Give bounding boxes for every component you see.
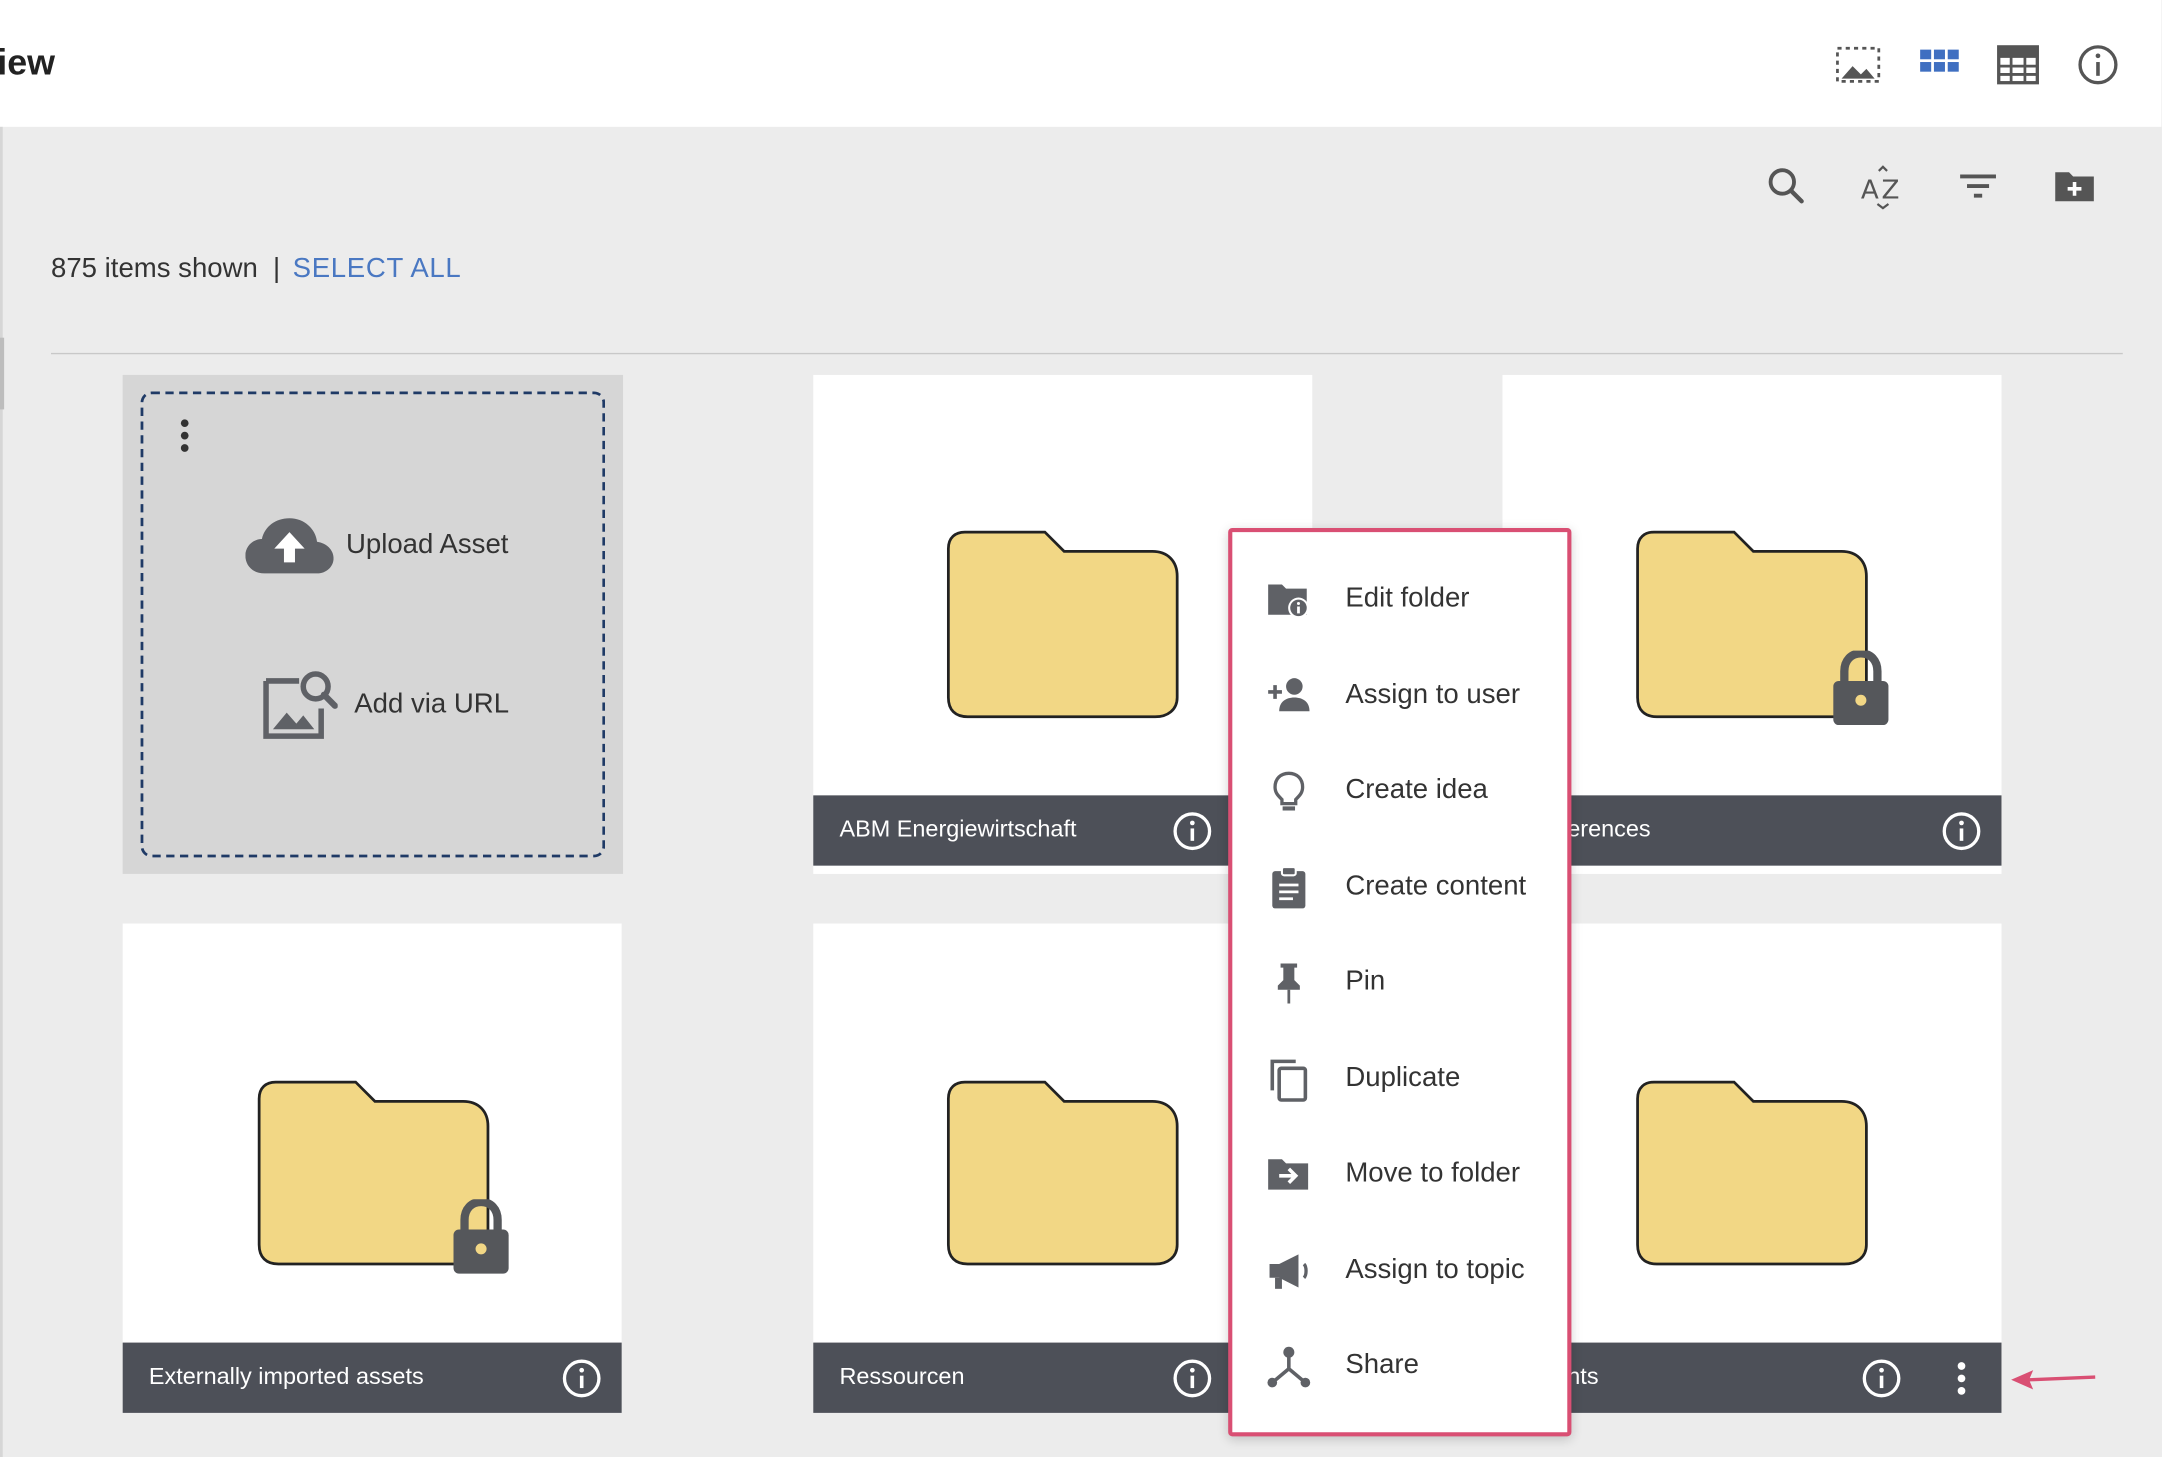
add-user-icon [1268, 678, 1310, 712]
folder-card[interactable]: nts [1502, 923, 2002, 1413]
card-label: erences [1567, 816, 1651, 843]
more-vert-icon[interactable] [1953, 1359, 1970, 1398]
info-icon[interactable] [2075, 41, 2122, 88]
card-caption: erences [1502, 795, 2002, 866]
upload-asset-button[interactable]: Upload Asset [245, 507, 534, 574]
search-icon[interactable] [1763, 163, 1810, 210]
megaphone-icon [1269, 1254, 1308, 1289]
menu-item-create-idea[interactable]: Create idea [1232, 751, 1567, 828]
menu-item-label: Assign to topic [1345, 1254, 1525, 1285]
page-title: iew [0, 41, 56, 83]
menu-item-label: Pin [1345, 966, 1386, 997]
move-to-folder-icon [1268, 1159, 1309, 1190]
cloud-upload-icon [245, 518, 334, 574]
card-caption: Externally imported assets [122, 1342, 622, 1413]
clipboard-icon [1272, 865, 1306, 909]
info-icon[interactable] [1941, 811, 1982, 852]
upload-asset-label: Upload Asset [345, 529, 509, 560]
info-icon[interactable] [1172, 1358, 1213, 1399]
menu-item-label: Edit folder [1345, 583, 1470, 614]
menu-item-label: Create idea [1345, 774, 1488, 806]
share-icon [1267, 1346, 1311, 1388]
menu-item-pin[interactable]: Pin [1232, 943, 1567, 1020]
lightbulb-icon [1273, 771, 1305, 811]
upload-dropzone[interactable] [140, 391, 606, 858]
folder-icon [946, 530, 1179, 719]
folder-icon [946, 1080, 1179, 1266]
menu-item-assign-to-topic[interactable]: Assign to topic [1232, 1231, 1567, 1308]
info-icon[interactable] [1861, 1358, 1902, 1399]
menu-item-label: Assign to user [1345, 679, 1521, 710]
divider [51, 352, 2123, 355]
upload-card: Upload Asset Add via URL [122, 374, 624, 874]
items-shown-count: 875 items shown [51, 253, 258, 284]
image-search-icon [263, 671, 338, 739]
sort-az-icon[interactable]: A Z [1860, 163, 1907, 210]
svg-text:Z: Z [1882, 175, 1900, 205]
grid-view-icon[interactable] [1916, 41, 1963, 88]
image-placeholder-icon[interactable] [1835, 41, 1882, 88]
lock-icon [1833, 650, 1889, 726]
add-via-url-label: Add via URL [354, 689, 510, 720]
menu-item-assign-to-user[interactable]: Assign to user [1232, 656, 1567, 733]
folder-icon [1636, 1080, 1868, 1266]
menu-item-edit-folder[interactable]: Edit folder [1232, 560, 1567, 637]
top-bar: iew [0, 0, 2162, 127]
table-view-icon[interactable] [1995, 41, 2042, 88]
info-icon[interactable] [561, 1358, 602, 1399]
card-label: Externally imported assets [148, 1363, 424, 1390]
menu-item-label: Create content [1345, 871, 1527, 902]
menu-item-label: Share [1345, 1349, 1419, 1380]
edit-folder-icon [1268, 584, 1309, 619]
svg-text:A: A [1861, 175, 1879, 205]
card-label: nts [1567, 1363, 1599, 1390]
add-via-url-button[interactable]: Add via URL [261, 667, 537, 744]
left-scroll-marker [0, 337, 5, 410]
menu-item-move-to-folder[interactable]: Move to folder [1232, 1134, 1567, 1211]
filter-icon[interactable] [1955, 163, 2002, 210]
lock-icon [453, 1199, 509, 1274]
menu-item-create-content[interactable]: Create content [1232, 848, 1567, 925]
menu-item-label: Duplicate [1345, 1062, 1461, 1094]
folder-card[interactable]: Externally imported assets [122, 923, 622, 1413]
menu-item-label: Move to folder [1345, 1157, 1521, 1189]
menu-item-duplicate[interactable]: Duplicate [1232, 1039, 1567, 1116]
new-folder-icon[interactable] [2051, 163, 2098, 210]
card-label: Ressourcen [839, 1363, 965, 1390]
more-vert-icon[interactable] [178, 416, 192, 457]
left-border [0, 126, 3, 1457]
folder-card[interactable]: erences [1502, 374, 2002, 874]
card-label: ABM Energiewirtschaft [839, 816, 1077, 843]
info-icon[interactable] [1172, 811, 1213, 852]
items-count-row: 875 items shown | SELECT ALL [51, 254, 461, 286]
menu-item-share[interactable]: Share [1232, 1326, 1567, 1403]
card-caption: nts [1502, 1342, 2002, 1413]
duplicate-icon [1270, 1059, 1308, 1102]
separator: | [273, 253, 281, 284]
pin-icon [1277, 963, 1300, 1004]
select-all-link[interactable]: SELECT ALL [293, 254, 462, 284]
context-menu: Edit folder Assign to user Create idea C… [1228, 527, 1572, 1437]
annotation-arrow-icon [2011, 1370, 2096, 1390]
